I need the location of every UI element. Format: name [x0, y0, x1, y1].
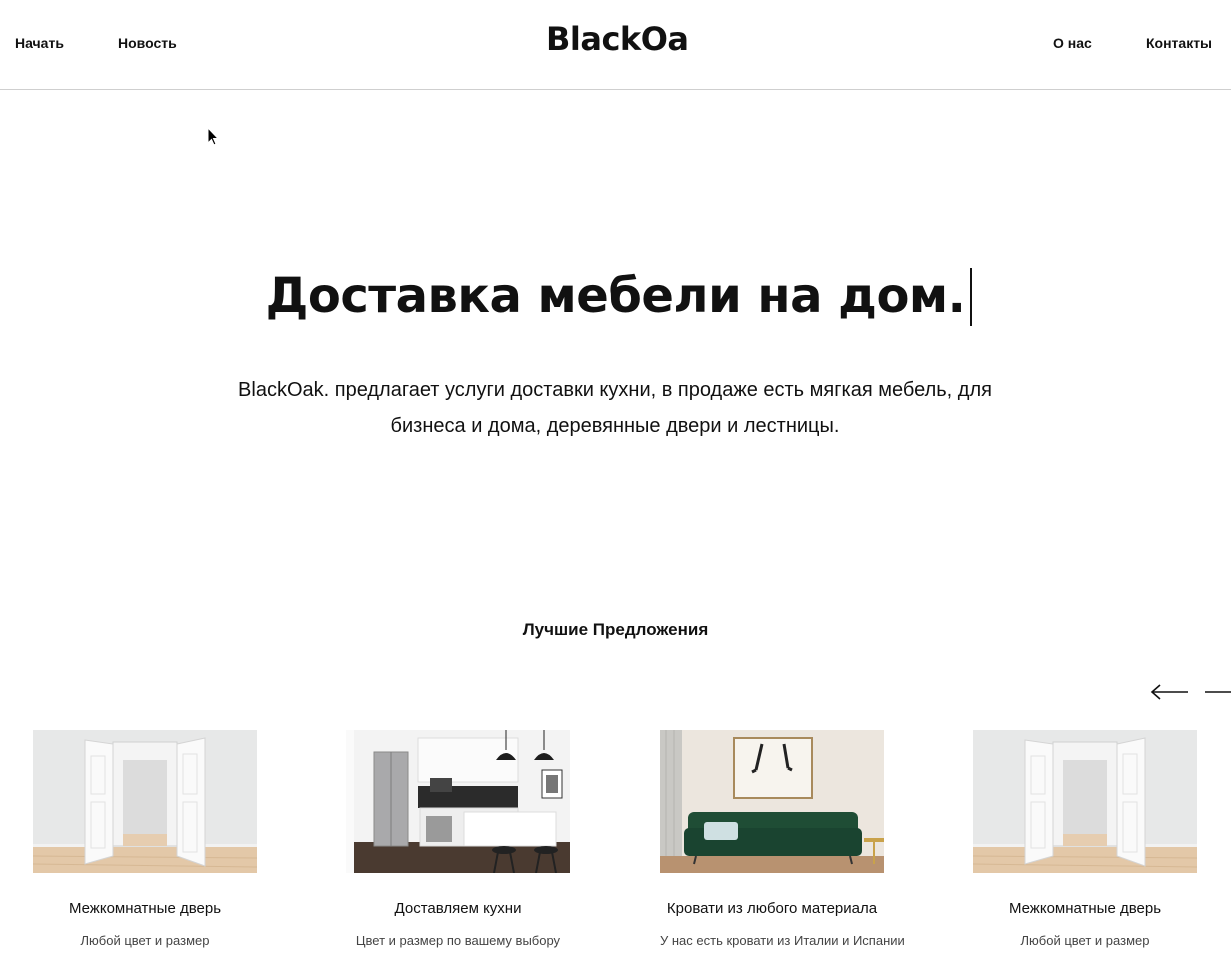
nav-link-start[interactable]: Начать [15, 35, 64, 51]
mouse-pointer-icon [207, 127, 219, 146]
offer-card[interactable]: Доставляем кухни Цвет и размер по вашему… [346, 730, 570, 948]
offer-card-subtitle: Любой цвет и размер [1020, 933, 1150, 948]
arrow-left-icon[interactable] [1150, 683, 1190, 701]
offer-card[interactable]: Межкомнатные дверь Любой цвет и размер [33, 730, 257, 948]
offer-card-title: Кровати из любого материала [666, 900, 878, 917]
nav-link-contacts[interactable]: Контакты [1146, 35, 1212, 51]
open-doors-photo [33, 730, 257, 873]
offer-card-title: Межкомнатные дверь [1008, 900, 1162, 917]
arrow-right-icon[interactable] [1203, 683, 1231, 701]
kitchen-photo [346, 730, 570, 873]
hero-description: BlackOak. предлагает услуги доставки кух… [238, 379, 992, 437]
offer-card[interactable]: Межкомнатные дверь Любой цвет и размер [973, 730, 1197, 948]
offer-card-title: Межкомнатные дверь [68, 900, 222, 917]
offer-card-subtitle: У нас есть кровати из Италии и Испании [660, 933, 905, 948]
offer-card-title: Доставляем кухни [394, 900, 522, 917]
offer-card-subtitle: Цвет и размер по вашему выбору [355, 933, 561, 948]
hero-title-text: Доставка мебели на дом. [265, 268, 966, 324]
green-sofa-photo [660, 730, 884, 873]
hero-title: Доставка мебели на дом. [0, 268, 1231, 324]
open-doors-photo [973, 730, 1197, 873]
offers-title: Лучшие Предложения [522, 620, 709, 639]
text-caret [970, 268, 972, 326]
logo[interactable]: BlackOak. [540, 0, 690, 56]
nav-link-news[interactable]: Новость [118, 35, 177, 51]
offer-card-subtitle: Любой цвет и размер [80, 933, 210, 948]
nav-link-about[interactable]: О нас [1053, 35, 1092, 51]
logo-text: BlackOak. [546, 20, 690, 56]
offer-card[interactable]: Кровати из любого материала У нас есть к… [660, 730, 905, 948]
site-header: Начать Новость BlackOak. О нас Контакты [0, 0, 1231, 90]
